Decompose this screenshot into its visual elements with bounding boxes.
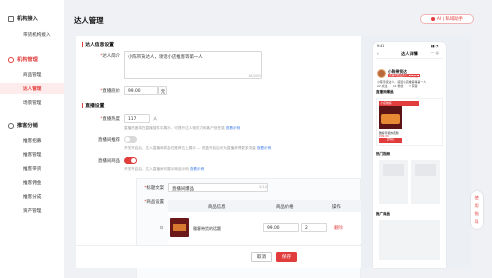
col-goods-info: 商品信息 — [208, 205, 226, 210]
goods-toggle[interactable] — [124, 157, 137, 164]
price-label: *直播底价 — [100, 89, 120, 94]
popularity-label: *直播热度 — [100, 117, 120, 122]
user-icon — [8, 56, 14, 63]
placeholder-block — [383, 164, 404, 176]
preview-tag-fans: 粉丝数 — [408, 73, 420, 78]
divider — [376, 58, 443, 59]
goods-setting-label: *商品设置 — [144, 200, 164, 205]
guide-char: 导 — [474, 219, 479, 224]
sidebar-item-promoter-sales[interactable]: 推客带货 — [23, 166, 41, 172]
intro-textarea[interactable]: 小陈带货达人，领话小店推客等第一人 — [124, 51, 262, 79]
sidebar-item-commission[interactable]: 推客佣金 — [23, 180, 41, 186]
table-header: 商品信息 商品价格 操作 — [168, 200, 361, 212]
sidebar-item-share[interactable]: 推客分成 — [23, 194, 41, 200]
guide-char: 用 — [474, 203, 479, 208]
goods-hint: 开关开启后，达人直播间可展示商品示例 查看示例 — [124, 167, 205, 171]
form-panel: 达人信息设置 *达人简介 小陈带货达人，领话小店推客等第一人 18/200 *直… — [76, 36, 361, 278]
sidebar-group-distribution[interactable]: 推客分销 — [8, 122, 38, 129]
intro-label: *达人简介 — [100, 54, 120, 59]
live-image — [379, 106, 402, 129]
intro-counter: 18/200 — [248, 74, 261, 78]
stat-follow: 22 关注 — [377, 83, 388, 88]
goods-example-link[interactable]: 查看示例 — [190, 167, 204, 171]
col-action: 操作 — [332, 205, 341, 210]
ai-assistant-button[interactable]: AI | 私域助手 — [420, 14, 474, 24]
text-input[interactable]: 直播间爆品 — [168, 183, 268, 192]
sidebar-item-goods[interactable]: 商品管理 — [23, 72, 41, 78]
popularity-hint: 直播热度将在直播插件中展示，可提升达人相关力和客户信任感 查看示例 — [124, 126, 241, 130]
section-talent-info: 达人信息设置 — [82, 41, 114, 48]
status-time: 9:41 — [377, 43, 385, 48]
sidebar-item-recruit[interactable]: 推客招募 — [23, 138, 41, 144]
page-title: 达人管理 — [74, 16, 104, 25]
goods-label: 直播间商品 — [98, 159, 120, 164]
sidebar-group-access[interactable]: 机构接入 — [8, 15, 38, 22]
table-row: 雅客带货的话题 99.00 2 删除 — [160, 212, 361, 244]
avatar — [377, 69, 386, 78]
goods-qty-input[interactable]: 2 — [301, 223, 327, 232]
stat-likes: 7 获赞 — [409, 83, 418, 88]
placeholder-block — [415, 164, 436, 176]
goods-thumbnail — [170, 218, 189, 237]
guide-float-tab[interactable]: 使 用 指 导 — [471, 191, 483, 229]
row-checkbox[interactable] — [160, 226, 164, 230]
popularity-input[interactable]: 117 — [124, 114, 150, 123]
sidebar-item-assets[interactable]: 资产管理 — [23, 208, 41, 214]
preview-tag: 直播间热度达人 — [388, 73, 409, 78]
col-goods-price: 商品价格 — [276, 205, 294, 210]
ai-icon — [430, 17, 435, 21]
pin-hint: 开关开启后，达人直播间将会在推荐位上展示 — 领盒开启后可为直播获得更多流量 查… — [124, 146, 272, 150]
pin-toggle[interactable] — [124, 136, 137, 143]
guide-char: 使 — [474, 195, 479, 200]
goods-name: 雅客带货的话题 — [193, 226, 221, 231]
popularity-unit: 人 — [153, 116, 158, 121]
pin-label: 直播间推荐 — [98, 138, 120, 143]
phone-preview: 9:41 ▮▮ ◔ ‹ 达人详情 ··· ◎ 小陈带货达 直播间热度达人 粉丝数… — [373, 42, 446, 268]
sidebar-item-talent[interactable]: 达人管理 — [23, 86, 41, 92]
live-buy-button[interactable]: 去购买 — [379, 138, 402, 143]
more-icon: ··· ◎ — [431, 51, 439, 55]
placeholder-card — [379, 220, 440, 260]
section-live-settings: 直播设置 — [82, 102, 104, 109]
pin-example-link[interactable]: 查看示例 — [257, 146, 271, 150]
sidebar: 机构接入 带货机构接入 机构管理 商品管理 达人管理 场景管理 推客分销 推客招… — [0, 0, 64, 278]
text-counter: 5/10 — [259, 185, 268, 189]
cancel-button[interactable]: 取消 — [251, 252, 272, 262]
preview-live-section: 直播间爆品 — [376, 90, 394, 94]
placeholder-card — [379, 160, 408, 204]
share-icon — [8, 122, 14, 129]
goods-price-input[interactable]: 99.00 — [263, 223, 299, 232]
sidebar-item-scene[interactable]: 场景管理 — [23, 100, 41, 106]
building-icon — [8, 15, 14, 22]
guide-char: 指 — [474, 211, 479, 216]
status-icons: ▮▮ ◔ — [431, 43, 439, 48]
price-unit: 元 — [158, 86, 167, 95]
sidebar-item-promoter-manage[interactable]: 推客管理 — [23, 152, 41, 158]
sidebar-group-manage[interactable]: 机构管理 — [8, 56, 38, 63]
stat-fans: 11 粉丝 — [393, 83, 404, 88]
preview-more-section: 推广商品 — [376, 212, 390, 216]
preview-recommend-section: 热门视频 — [376, 152, 390, 156]
price-input[interactable]: 99.00 — [124, 86, 158, 95]
sidebar-item-agency-access[interactable]: 带货机构接入 — [23, 32, 51, 38]
delete-link[interactable]: 删除 — [334, 225, 343, 231]
save-button[interactable]: 保存 — [276, 252, 297, 262]
placeholder-card — [411, 160, 440, 204]
form-footer: 取消 保存 — [76, 245, 361, 268]
topbar: 达人管理 AI | 私域助手 — [64, 0, 492, 38]
popularity-example-link[interactable]: 查看示例 — [226, 126, 240, 130]
text-label: *标题文案 — [144, 186, 164, 191]
